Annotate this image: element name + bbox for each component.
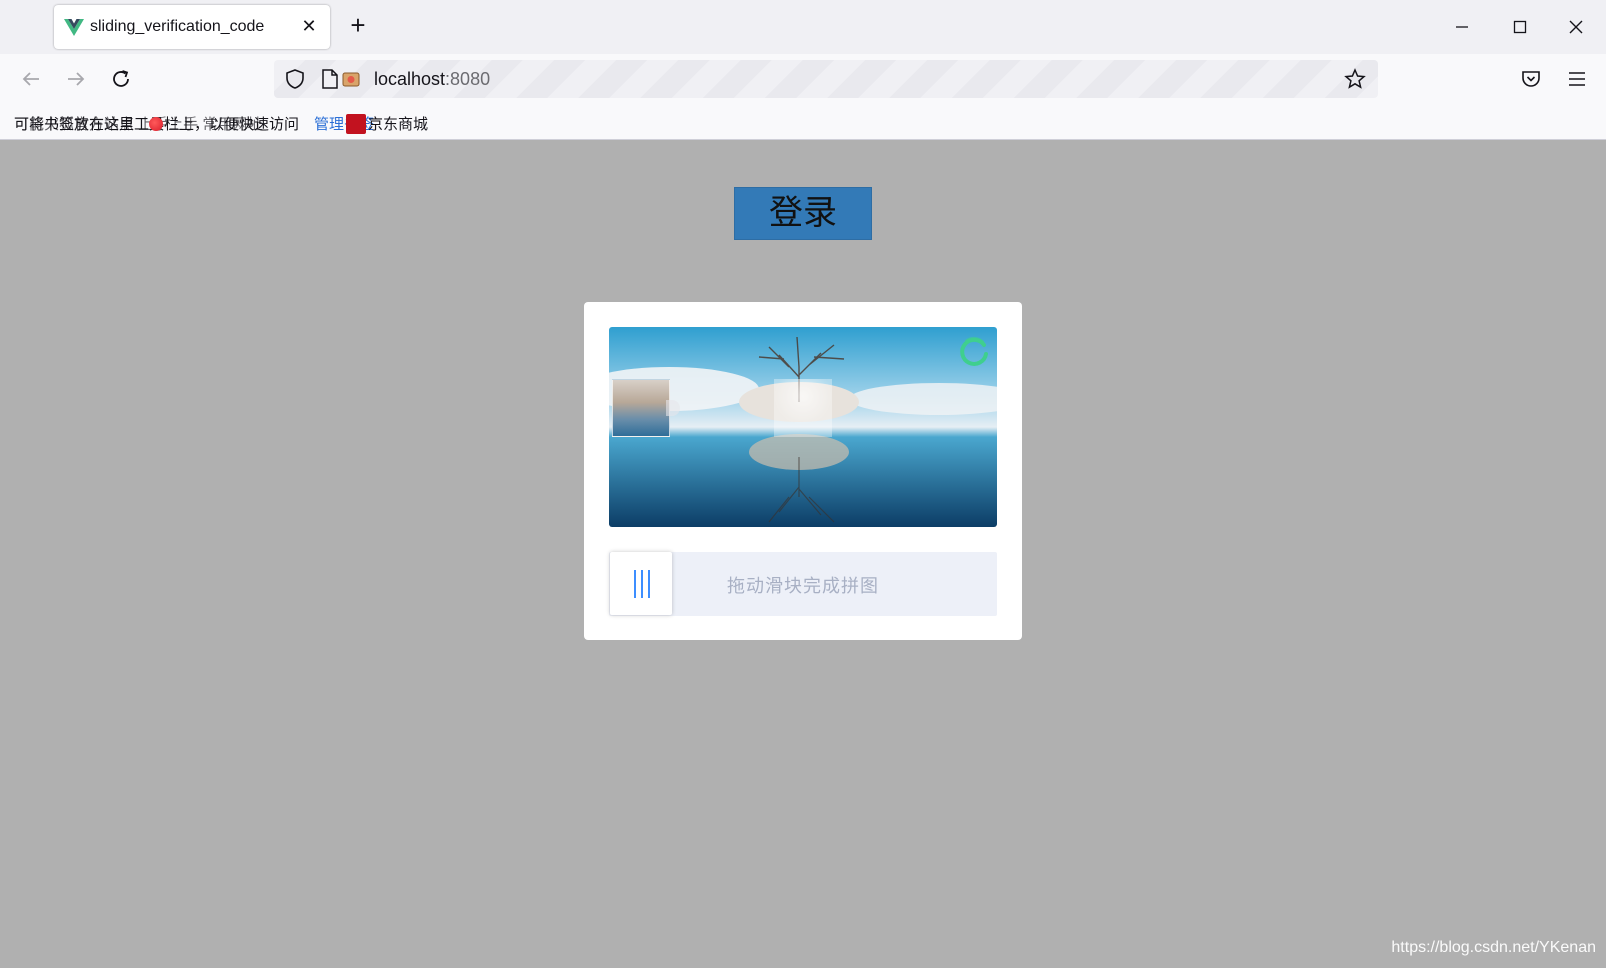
back-arrow-icon[interactable] <box>18 66 44 92</box>
window-close-icon[interactable] <box>1556 10 1596 44</box>
page-icon <box>322 69 338 89</box>
maximize-icon[interactable] <box>1500 10 1540 44</box>
camera-permission-icon[interactable] <box>340 68 362 90</box>
firefox-icon <box>149 117 163 131</box>
url-port: :8080 <box>445 69 491 89</box>
bookmark-items-overlap[interactable]: 可能火狐官方站点 上手上手 常用网址 <box>14 113 262 134</box>
shield-icon[interactable] <box>284 68 306 90</box>
bookmark-jd[interactable]: 京东商城 <box>368 113 428 134</box>
jd-icon <box>346 114 366 134</box>
slider-handle[interactable] <box>610 552 672 615</box>
puzzle-piece[interactable] <box>612 379 670 437</box>
url-host: localhost <box>374 69 446 89</box>
login-button[interactable]: 登录 <box>734 187 872 240</box>
tab-close-icon[interactable]: ✕ <box>298 15 320 37</box>
bookmarks-toolbar: 可将书签放在这里工具栏上，以便快速访问 可能火狐官方站点 上手上手 常用网址 管… <box>0 104 1606 140</box>
url-bar[interactable]: localhost:8080 <box>274 60 1378 98</box>
vue-logo-icon <box>64 19 84 36</box>
watermark-text: https://blog.csdn.net/YKenan <box>1391 939 1596 956</box>
title-bar: sliding_verification_code ✕ + <box>0 0 1606 54</box>
star-bookmark-icon[interactable] <box>1344 68 1366 90</box>
forward-arrow-icon[interactable] <box>63 66 89 92</box>
url-text: localhost:8080 <box>374 69 490 90</box>
refresh-icon[interactable] <box>957 335 991 369</box>
hamburger-menu-icon[interactable] <box>1564 66 1590 92</box>
grip-bars-icon <box>634 570 650 598</box>
pocket-icon[interactable] <box>1518 66 1544 92</box>
tab-title: sliding_verification_code <box>90 18 265 35</box>
minimize-icon[interactable] <box>1442 10 1482 44</box>
navigation-bar: localhost:8080 <box>0 54 1606 104</box>
new-tab-icon[interactable]: + <box>346 12 370 38</box>
reload-icon[interactable] <box>108 66 134 92</box>
browser-tab[interactable]: sliding_verification_code ✕ <box>54 5 330 49</box>
